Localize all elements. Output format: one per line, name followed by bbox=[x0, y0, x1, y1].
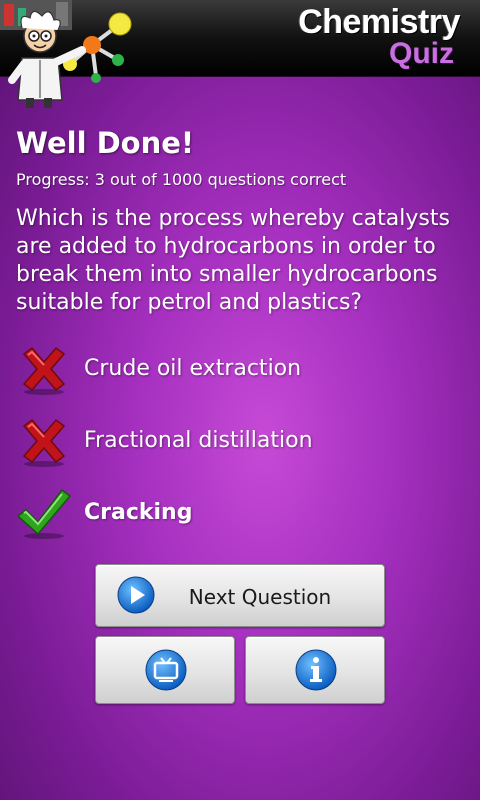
check-icon bbox=[16, 488, 72, 539]
answer-option-2: Fractional distillation bbox=[16, 414, 456, 470]
next-question-button[interactable]: Next Question bbox=[95, 564, 385, 627]
cross-icon bbox=[22, 346, 66, 395]
info-button[interactable] bbox=[245, 636, 385, 704]
tv-button[interactable] bbox=[95, 636, 235, 704]
answer-option-1: Crude oil extraction bbox=[16, 342, 456, 398]
answer-label: Fractional distillation bbox=[84, 428, 313, 453]
app-logo-line1: Chemistry bbox=[298, 3, 460, 41]
cross-icon bbox=[22, 418, 66, 467]
header-bar: Chemistry Quiz bbox=[0, 0, 480, 108]
scientist-mascot-icon bbox=[0, 0, 132, 108]
answer-label: Crude oil extraction bbox=[84, 356, 302, 381]
answer-label: Cracking bbox=[84, 500, 193, 525]
progress-text: Progress: 3 out of 1000 questions correc… bbox=[16, 170, 347, 189]
app-logo-line2: Quiz bbox=[389, 37, 454, 70]
answer-option-3: Cracking bbox=[16, 486, 456, 542]
tv-icon bbox=[145, 649, 187, 691]
app-logo: Chemistry Quiz bbox=[298, 3, 460, 70]
question-text: Which is the process whereby catalysts a… bbox=[16, 206, 450, 315]
next-question-label: Next Question bbox=[188, 585, 332, 609]
result-title: Well Done! bbox=[16, 126, 195, 160]
info-icon bbox=[295, 649, 337, 691]
